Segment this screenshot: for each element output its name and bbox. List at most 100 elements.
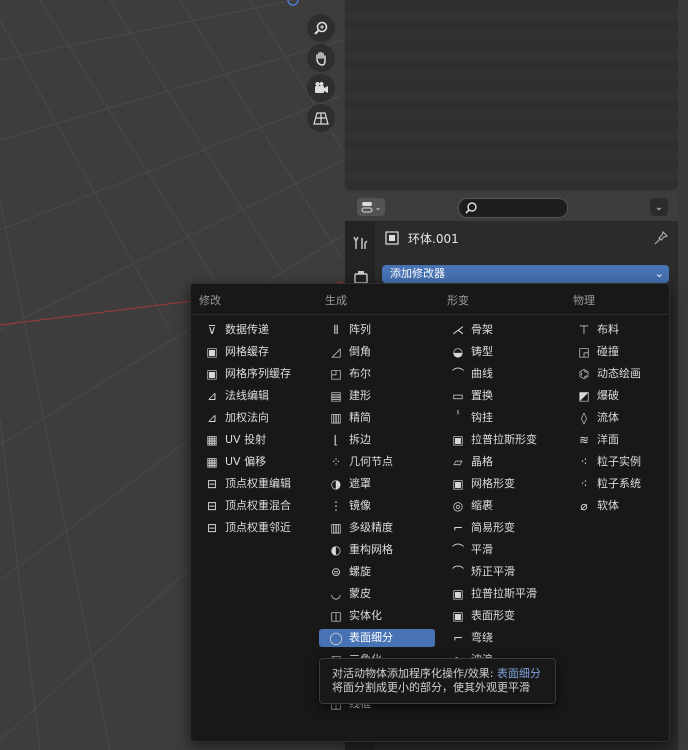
- menu-item-deform[interactable]: ⌐ 弯绕: [441, 629, 557, 647]
- menu-item-edit[interactable]: ▦ UV 偏移: [195, 453, 311, 471]
- modifier-icon: ⊟: [206, 521, 218, 535]
- menu-item-physics[interactable]: ◲ 碰撞: [567, 343, 683, 361]
- menu-item-generate[interactable]: ◰ 布尔: [319, 365, 435, 383]
- menu-item-label: 粒子系统: [597, 477, 641, 490]
- menu-item-label: 爆破: [597, 389, 619, 402]
- properties-search[interactable]: [458, 198, 568, 218]
- tool-settings-icon[interactable]: [353, 235, 369, 251]
- modifier-icon: ⊜: [330, 565, 342, 579]
- menu-item-deform[interactable]: ◒ 铸型: [441, 343, 557, 361]
- menu-item-physics[interactable]: ⌀ 软体: [567, 497, 683, 515]
- menu-item-generate[interactable]: ◯ 表面细分: [319, 629, 435, 647]
- editor-type-selector[interactable]: ⌄: [357, 198, 385, 216]
- menu-item-generate[interactable]: ▥ 精简: [319, 409, 435, 427]
- chevron-down-icon: ⌄: [654, 267, 664, 280]
- modifier-icon: ⊿: [206, 389, 218, 403]
- menu-item-generate[interactable]: ⦀ 阵列: [319, 321, 435, 339]
- modifier-icon: ⋮: [330, 499, 342, 513]
- menu-item-label: 网格缓存: [225, 345, 269, 358]
- menu-item-label: 多级精度: [349, 521, 393, 534]
- menu-item-generate[interactable]: ◐ 重构网格: [319, 541, 435, 559]
- menu-item-label: 简易形变: [471, 521, 515, 534]
- menu-item-deform[interactable]: ▣ 网格形变: [441, 475, 557, 493]
- menu-item-generate[interactable]: ◿ 倒角: [319, 343, 435, 361]
- menu-item-generate[interactable]: ◑ 遮罩: [319, 475, 435, 493]
- menu-item-edit[interactable]: ⊿ 加权法向: [195, 409, 311, 427]
- menu-item-edit[interactable]: ⊟ 顶点权重混合: [195, 497, 311, 515]
- search-icon: [465, 202, 477, 214]
- menu-item-label: 网格形变: [471, 477, 515, 490]
- menu-item-generate[interactable]: ▤ 建形: [319, 387, 435, 405]
- modifier-icon: ⌒: [451, 543, 464, 557]
- modifier-icon: ⊽: [207, 323, 217, 337]
- menu-item-label: 顶点权重邻近: [225, 521, 291, 534]
- menu-item-edit[interactable]: ▣ 网格序列缓存: [195, 365, 311, 383]
- menu-item-label: 平滑: [471, 543, 493, 556]
- add-modifier-button[interactable]: 添加修改器 ⌄: [382, 265, 669, 283]
- menu-item-deform[interactable]: ▭ 置换: [441, 387, 557, 405]
- menu-item-deform[interactable]: ▱ 晶格: [441, 453, 557, 471]
- menu-item-deform[interactable]: ▣ 拉普拉斯平滑: [441, 585, 557, 603]
- object-icon: [385, 231, 399, 245]
- menu-item-label: 倒角: [349, 345, 371, 358]
- modifier-icon: ▣: [452, 609, 464, 623]
- menu-item-label: 实体化: [349, 609, 382, 622]
- menu-item-generate[interactable]: ⊜ 螺旋: [319, 563, 435, 581]
- pan-hand-icon[interactable]: [307, 44, 335, 72]
- menu-item-edit[interactable]: ⊿ 法线编辑: [195, 387, 311, 405]
- menu-item-edit[interactable]: ▦ UV 投射: [195, 431, 311, 449]
- menu-item-deform[interactable]: ⌒ 曲线: [441, 365, 557, 383]
- modifier-icon: ▤: [330, 389, 342, 403]
- modifier-icon: ▣: [206, 345, 218, 359]
- zoom-icon[interactable]: [307, 14, 335, 42]
- modifier-icon: ⊟: [206, 499, 218, 513]
- menu-item-generate[interactable]: ◫ 实体化: [319, 607, 435, 625]
- modifier-icon: ⌒: [451, 367, 464, 381]
- modifier-icon: ◊: [581, 411, 587, 425]
- menu-item-label: 骨架: [471, 323, 493, 336]
- menu-item-deform[interactable]: ⌐ 简易形变: [441, 519, 557, 537]
- menu-item-label: 遮罩: [349, 477, 371, 490]
- camera-icon[interactable]: [307, 74, 335, 102]
- menu-item-label: 加权法向: [225, 411, 269, 424]
- menu-item-deform[interactable]: ⸯ 钩挂: [441, 409, 557, 427]
- menu-item-deform[interactable]: ⌒ 矫正平滑: [441, 563, 557, 581]
- menu-item-physics[interactable]: ◩ 爆破: [567, 387, 683, 405]
- options-chevron-button[interactable]: ⌄: [650, 198, 668, 216]
- menu-item-deform[interactable]: ▣ 表面形变: [441, 607, 557, 625]
- menu-item-generate[interactable]: ▥ 多级精度: [319, 519, 435, 537]
- menu-item-generate[interactable]: ⌊ 拆边: [319, 431, 435, 449]
- menu-item-edit[interactable]: ⊟ 顶点权重邻近: [195, 519, 311, 537]
- menu-item-edit[interactable]: ⊽ 数据传递: [195, 321, 311, 339]
- menu-item-label: 洋面: [597, 433, 619, 446]
- menu-item-label: 弯绕: [471, 631, 493, 644]
- menu-item-physics[interactable]: ⌬ 动态绘画: [567, 365, 683, 383]
- menu-item-label: 布尔: [349, 367, 371, 380]
- menu-item-physics[interactable]: ◊ 流体: [567, 409, 683, 427]
- column-header-deform: 形变: [447, 294, 469, 307]
- menu-item-label: 螺旋: [349, 565, 371, 578]
- chevron-down-icon: ⌄: [654, 201, 664, 213]
- menu-item-generate[interactable]: ⁘ 几何节点: [319, 453, 435, 471]
- menu-item-edit[interactable]: ▣ 网格缓存: [195, 343, 311, 361]
- modifier-icon: ◒: [452, 345, 464, 359]
- menu-item-physics[interactable]: ≋ 洋面: [567, 431, 683, 449]
- menu-item-physics[interactable]: ⊤ 布料: [567, 321, 683, 339]
- toggle-icon: [361, 202, 373, 213]
- menu-item-label: 钩挂: [471, 411, 493, 424]
- menu-item-label: 蒙皮: [349, 587, 371, 600]
- menu-item-deform[interactable]: ◎ 缩裹: [441, 497, 557, 515]
- menu-item-deform[interactable]: ⋌ 骨架: [441, 321, 557, 339]
- pin-icon[interactable]: [654, 231, 668, 245]
- menu-item-label: 阵列: [349, 323, 371, 336]
- menu-item-physics[interactable]: ⁖ 粒子实例: [567, 453, 683, 471]
- modifier-icon: ◰: [330, 367, 342, 381]
- menu-item-generate[interactable]: ⋮ 镜像: [319, 497, 435, 515]
- menu-item-generate[interactable]: ◡ 蒙皮: [319, 585, 435, 603]
- menu-item-edit[interactable]: ⊟ 顶点权重编辑: [195, 475, 311, 493]
- perspective-grid-icon[interactable]: [307, 104, 335, 132]
- menu-item-physics[interactable]: ⁖ 粒子系统: [567, 475, 683, 493]
- menu-item-deform[interactable]: ⌒ 平滑: [441, 541, 557, 559]
- menu-item-deform[interactable]: ▣ 拉普拉斯形变: [441, 431, 557, 449]
- menu-item-label: 表面细分: [349, 631, 393, 644]
